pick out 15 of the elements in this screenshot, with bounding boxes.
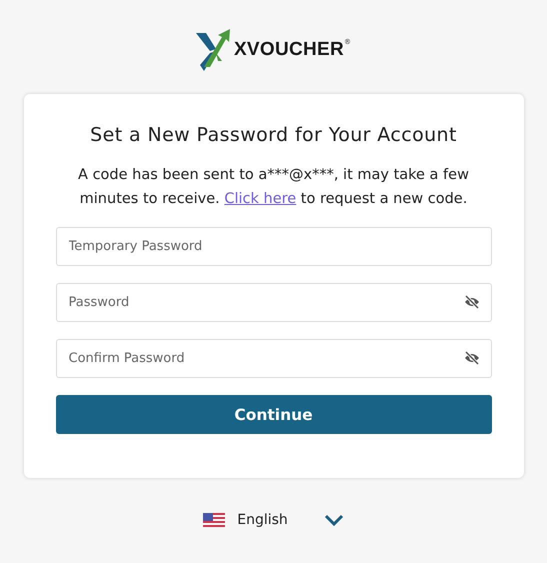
logo-text: XVOUCHER	[234, 39, 344, 61]
eye-slash-icon[interactable]	[464, 351, 480, 365]
input-field[interactable]: Password	[56, 283, 492, 322]
info-message: A code has been sent to a***@x***, it may take a few minutes to receive. Click here to request a new code.	[77, 166, 470, 209]
eye-slash-icon[interactable]	[464, 295, 480, 309]
request-code-link[interactable]: Click here	[224, 191, 296, 207]
us-flag-icon	[203, 513, 226, 527]
language-label[interactable]: English	[237, 512, 288, 528]
continue-button[interactable]: Continue	[56, 395, 492, 434]
input-field[interactable]: Temporary Password	[56, 227, 492, 266]
input-field[interactable]: Confirm Password	[56, 339, 492, 378]
form-title: Set a New Password for Your Account	[89, 124, 458, 146]
logo-icon	[196, 27, 232, 73]
registered-mark: ®	[344, 38, 352, 46]
chevron-down-icon[interactable]	[324, 514, 344, 526]
